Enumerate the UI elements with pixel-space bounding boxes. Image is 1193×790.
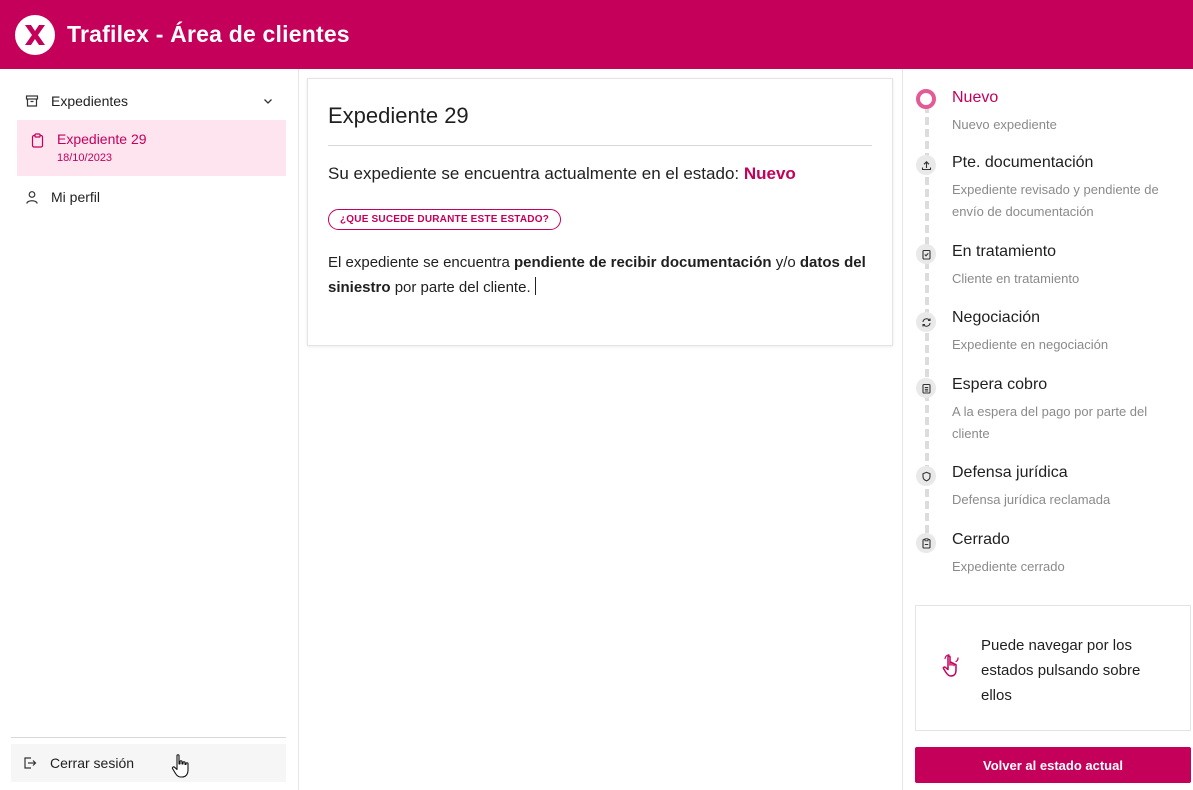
user-icon: [26, 191, 38, 204]
desc-text-3: por parte del cliente.: [390, 279, 531, 296]
hand-tap-icon: [942, 654, 959, 677]
step-name: Nuevo: [952, 89, 999, 106]
trafilex-logo[interactable]: [15, 14, 55, 55]
navigation-hint: Puede navegar por los estados pulsando s…: [915, 605, 1191, 731]
back-to-current-state-button[interactable]: Volver al estado actual: [915, 747, 1191, 783]
step-name: Pte. documentación: [952, 154, 1094, 171]
status-line: Su expediente se encuentra actualmente e…: [328, 164, 872, 184]
sidebar-item-mi-perfil[interactable]: Mi perfil: [17, 183, 286, 211]
refresh-icon: [916, 312, 936, 332]
sidebar: Expedientes Expediente 29 18/10/2023 Mi …: [0, 69, 299, 790]
logo-x-icon: [25, 24, 45, 45]
text-caret: [534, 277, 536, 295]
archive-icon: [25, 95, 39, 107]
hand-cursor-icon: [171, 754, 189, 778]
upload-icon: [916, 155, 936, 175]
logout-label: Cerrar sesión: [50, 755, 135, 771]
status-prefix: Su expediente se encuentra actualmente e…: [328, 164, 744, 183]
clipboard-list-icon: [916, 378, 936, 398]
desc-bold-1: pendiente de recibir documentación: [513, 254, 772, 271]
current-ring-icon: [916, 89, 936, 109]
clipboard-icon: [31, 133, 44, 148]
step-name: Espera cobro: [952, 376, 1048, 393]
expediente-card: Expediente 29 Su expediente se encuentra…: [307, 78, 893, 346]
hint-text: Puede navegar por los estados pulsando s…: [981, 637, 1141, 704]
step-name: Defensa jurídica: [952, 464, 1068, 481]
step-sub: Cliente en tratamiento: [952, 271, 1080, 286]
sidebar-item-expediente-29[interactable]: Expediente 29 18/10/2023: [17, 120, 286, 176]
status-steps-panel: Nuevo Nuevo expediente Pte. documentació…: [902, 69, 1193, 790]
sidebar-item-date: 18/10/2023: [57, 152, 113, 164]
desc-text-1: El expediente se encuentra: [328, 254, 514, 271]
step-sub: Expediente en negociación: [952, 337, 1109, 352]
sidebar-divider: [11, 737, 286, 738]
clipboard-check-icon: [916, 244, 936, 264]
step-sub: Defensa jurídica reclamada: [952, 492, 1111, 507]
app-title: Trafilex - Área de clientes: [67, 21, 350, 47]
step-sub: Nuevo expediente: [952, 117, 1057, 132]
sidebar-group-label: Expedientes: [51, 93, 129, 109]
step-name: En tratamiento: [952, 243, 1057, 260]
desc-text-2: y/o: [771, 254, 800, 271]
card-divider: [328, 145, 872, 146]
sidebar-item-label: Mi perfil: [51, 189, 101, 205]
step-sub: Expediente cerrado: [952, 559, 1065, 574]
app-header: Trafilex - Área de clientes: [0, 0, 1193, 69]
step-name: Cerrado: [952, 531, 1010, 548]
logout-icon: [24, 757, 37, 769]
status-info-pill[interactable]: ¿QUE SUCEDE DURANTE ESTE ESTADO?: [328, 209, 562, 230]
step-name: Negociación: [952, 309, 1041, 326]
step-sub: A la espera del pago por parte del clien…: [952, 404, 1148, 441]
sidebar-group-expedientes[interactable]: Expedientes: [17, 87, 286, 115]
chevron-down-icon[interactable]: [262, 95, 274, 107]
status-description[interactable]: El expediente se encuentra pendiente de …: [328, 250, 873, 300]
shield-icon: [916, 466, 936, 486]
clipboard-closed-icon: [916, 533, 936, 553]
sidebar-item-label: Expediente 29: [57, 131, 147, 147]
logout-button[interactable]: Cerrar sesión: [11, 744, 286, 782]
status-value: Nuevo: [743, 164, 796, 183]
step-sub: Expediente revisado y pendiente de envío…: [952, 182, 1159, 219]
page-title: Expediente 29: [328, 103, 469, 128]
